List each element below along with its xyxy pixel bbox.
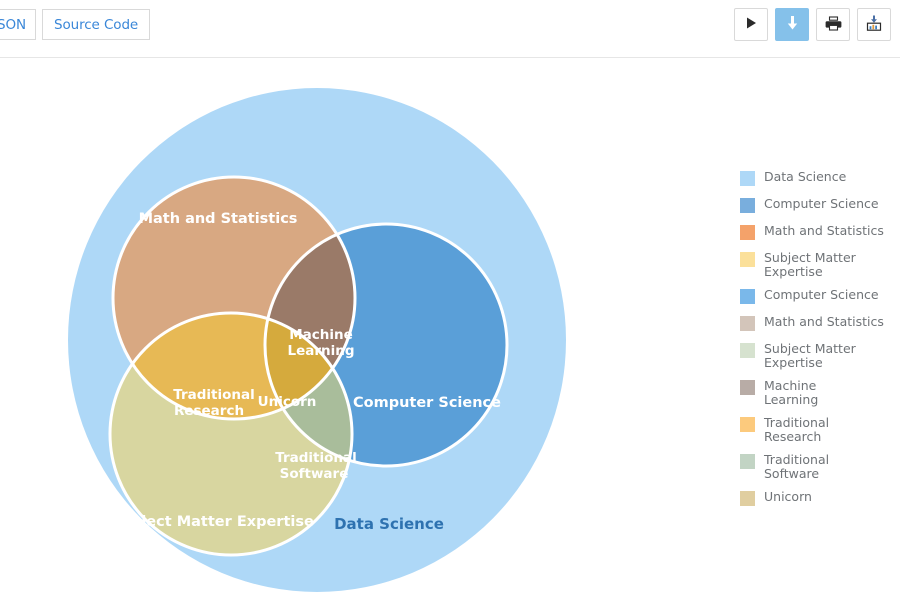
legend-label: Unicorn: [764, 489, 812, 504]
tab-json[interactable]: SON: [0, 9, 36, 40]
svg-text:Research: Research: [174, 403, 244, 419]
venn-label-machine-learning: Machine Learning: [287, 327, 354, 359]
svg-text:Traditional: Traditional: [275, 450, 357, 466]
legend-item[interactable]: Traditional Research: [740, 416, 900, 444]
tab-source-code[interactable]: Source Code: [42, 9, 151, 40]
legend-swatch: [740, 454, 755, 469]
legend-label: Machine Learning: [764, 378, 819, 407]
top-toolbar: SON Source Code: [0, 0, 900, 58]
legend-label: Computer Science: [764, 287, 879, 302]
svg-text:Learning: Learning: [287, 343, 354, 359]
legend-item[interactable]: Computer Science: [740, 288, 900, 306]
legend-swatch: [740, 417, 755, 432]
legend-swatch: [740, 380, 755, 395]
legend-swatch: [740, 316, 755, 331]
venn-label-subject-matter-expertise: Subject Matter Expertise: [110, 514, 314, 530]
legend-label: Subject Matter Expertise: [764, 250, 856, 279]
legend-item[interactable]: Unicorn: [740, 490, 900, 508]
venn-label-traditional-software: Traditional Software: [275, 450, 357, 482]
legend-item[interactable]: Subject Matter Expertise: [740, 342, 900, 370]
legend-label: Computer Science: [764, 196, 879, 211]
legend-label: Data Science: [764, 169, 847, 184]
legend-swatch: [740, 225, 755, 240]
svg-text:Traditional: Traditional: [173, 387, 255, 403]
legend: Data Science Computer Science Math and S…: [740, 170, 900, 517]
printer-icon: [825, 15, 842, 34]
legend-item[interactable]: Computer Science: [740, 197, 900, 215]
legend-label: Math and Statistics: [764, 223, 884, 238]
svg-text:Software: Software: [280, 466, 349, 482]
legend-swatch: [740, 198, 755, 213]
legend-label: Traditional Research: [764, 415, 830, 444]
svg-text:Machine: Machine: [289, 327, 353, 343]
legend-item[interactable]: Math and Statistics: [740, 315, 900, 333]
venn-label-data-science: Data Science: [334, 515, 444, 533]
legend-item[interactable]: Data Science: [740, 170, 900, 188]
venn-label-computer-science: Computer Science: [353, 395, 501, 411]
venn-label-traditional-research: Traditional Research: [173, 387, 255, 419]
legend-swatch: [740, 343, 755, 358]
venn-label-unicorn: Unicorn: [258, 394, 317, 410]
legend-swatch: [740, 491, 755, 506]
export-chart-button[interactable]: [857, 8, 891, 41]
legend-item[interactable]: Subject Matter Expertise: [740, 251, 900, 279]
legend-item[interactable]: Traditional Software: [740, 453, 900, 481]
download-button[interactable]: [775, 8, 809, 41]
run-button[interactable]: [734, 8, 768, 41]
legend-item[interactable]: Machine Learning: [740, 379, 900, 407]
download-arrow-icon: [785, 15, 800, 34]
tab-group: SON Source Code: [0, 9, 151, 40]
legend-label: Traditional Software: [764, 452, 830, 481]
print-button[interactable]: [816, 8, 850, 41]
export-chart-icon: [866, 15, 882, 34]
legend-label: Math and Statistics: [764, 314, 884, 329]
chart-canvas: Math and Statistics Computer Science Sub…: [0, 58, 900, 600]
venn-label-math-and-statistics: Math and Statistics: [139, 211, 298, 227]
toolbar-icon-group: [734, 8, 891, 41]
legend-swatch: [740, 171, 755, 186]
play-icon: [744, 16, 758, 33]
legend-swatch: [740, 252, 755, 267]
legend-swatch: [740, 289, 755, 304]
legend-label: Subject Matter Expertise: [764, 341, 856, 370]
legend-item[interactable]: Math and Statistics: [740, 224, 900, 242]
